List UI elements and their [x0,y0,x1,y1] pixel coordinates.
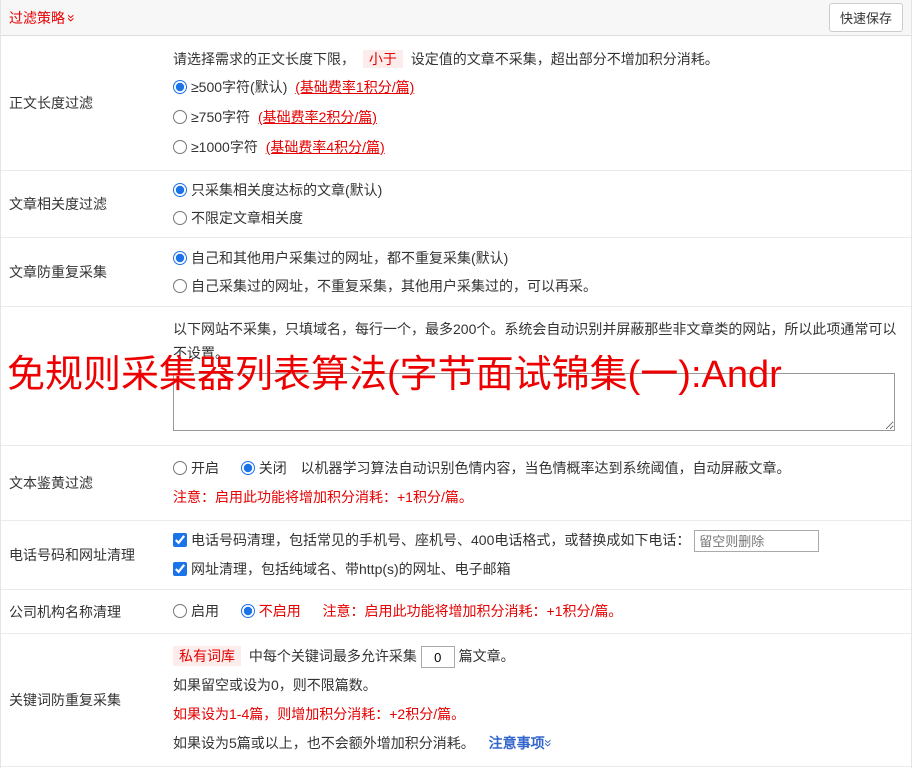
row-label-length-filter: 正文长度过滤 [1,36,173,170]
base-rate-4-link[interactable]: (基础费率4积分/篇) [266,139,385,155]
company-off-radio[interactable] [241,604,255,618]
porn-filter-description: 以机器学习算法自动识别色情内容，当色情概率达到系统阈值，自动屏蔽文章。 [301,460,791,476]
dedup-option-all: 自己和其他用户采集过的网址，都不重复采集(默认) [173,244,903,272]
keyword-limit-text: 中每个关键词最多允许采集 [249,648,417,664]
phone-clean-option: 电话号码清理，包括常见的手机号、座机号、400电话格式，或替换成如下电话： [173,526,903,555]
relevance-strict-label[interactable]: 只采集相关度达标的文章(默认) [173,182,382,198]
length-desc-after: 设定值的文章不采集，超出部分不增加积分消耗。 [411,51,719,67]
keyword-limit-unit: 篇文章。 [459,648,515,664]
phone-clean-text: 电话号码清理，包括常见的手机号、座机号、400电话格式，或替换成如下电话： [191,532,690,548]
row-length-filter: 正文长度过滤 请选择需求的正文长度下限， 小于 设定值的文章不采集，超出部分不增… [1,36,911,171]
dedup-self-radio[interactable] [173,279,187,293]
relevance-any-label[interactable]: 不限定文章相关度 [173,210,303,226]
notice-link[interactable]: 注意事项 [489,735,545,751]
relevance-any-text: 不限定文章相关度 [191,210,303,226]
row-keyword-dedup: 关键词防重复采集 私有词库 中每个关键词最多允许采集 篇文章。 如果留空或设为0… [1,634,911,767]
company-on-text: 启用 [191,603,219,619]
keyword-note-1-4: 如果设为1-4篇，则增加积分消耗：+2积分/篇。 [173,700,903,729]
dedup-all-label[interactable]: 自己和其他用户采集过的网址，都不重复采集(默认) [173,250,508,266]
company-clean-options: 启用 不启用 注意：启用此功能将增加积分消耗：+1积分/篇。 [173,597,903,626]
keyword-note-5plus-text: 如果设为5篇或以上，也不会额外增加积分消耗。 [173,735,475,751]
porn-on-radio[interactable] [173,461,187,475]
row-label-company-clean: 公司机构名称清理 [1,590,173,633]
company-on-radio[interactable] [173,604,187,618]
dedup-self-text: 自己采集过的网址，不重复采集，其他用户采集过的，可以再采。 [191,278,597,294]
row-relevance-filter: 文章相关度过滤 只采集相关度达标的文章(默认) 不限定文章相关度 [1,171,911,238]
url-clean-option: 网址清理，包括纯域名、带http(s)的网址、电子邮箱 [173,555,903,584]
length-option-1000-text: ≥1000字符 [191,139,258,155]
length-option-500-text: ≥500字符(默认) [191,79,287,95]
length-option-1000-radio[interactable] [173,140,187,154]
keyword-note-5plus: 如果设为5篇或以上，也不会额外增加积分消耗。 注意事项» [173,729,903,758]
porn-on-text: 开启 [191,460,219,476]
company-on-label[interactable]: 启用 [173,603,219,619]
porn-off-label[interactable]: 关闭 [241,460,287,476]
topbar: 过滤策略 » 快速保存 [1,0,911,36]
phone-clean-label[interactable]: 电话号码清理，包括常见的手机号、座机号、400电话格式，或替换成如下电话： [173,532,690,548]
porn-filter-options: 开启 关闭 以机器学习算法自动识别色情内容，当色情概率达到系统阈值，自动屏蔽文章… [173,454,903,483]
row-label-porn-filter: 文本鉴黄过滤 [1,446,173,520]
length-filter-description: 请选择需求的正文长度下限， 小于 设定值的文章不采集，超出部分不增加积分消耗。 [173,46,903,72]
row-label-relevance-filter: 文章相关度过滤 [1,171,173,237]
length-option-750-label[interactable]: ≥750字符 [173,109,250,125]
url-clean-text: 网址清理，包括纯域名、带http(s)的网址、电子邮箱 [191,561,511,577]
relevance-strict-radio[interactable] [173,183,187,197]
dedup-option-self: 自己采集过的网址，不重复采集，其他用户采集过的，可以再采。 [173,272,903,300]
length-option-500-radio[interactable] [173,80,187,94]
blocked-domains-textarea[interactable] [173,373,895,431]
length-option-1000-label[interactable]: ≥1000字符 [173,139,258,155]
dedup-all-text: 自己和其他用户采集过的网址，都不重复采集(默认) [191,250,508,266]
url-clean-checkbox[interactable] [173,562,187,576]
length-option-750-text: ≥750字符 [191,109,250,125]
length-option-750: ≥750字符 (基础费率2积分/篇) [173,102,903,132]
section-title: 过滤策略 » [9,8,76,28]
row-site-blacklist: 以下网站不采集，只填域名，每行一个，最多200个。系统会自动识别并屏蔽那些非文章… [1,307,911,446]
length-option-750-radio[interactable] [173,110,187,124]
section-title-text: 过滤策略 [9,8,65,28]
row-label-site-blacklist [1,307,173,445]
length-desc-before: 请选择需求的正文长度下限， [173,51,355,67]
base-rate-2-link[interactable]: (基础费率2积分/篇) [258,109,377,125]
keyword-limit-line: 私有词库 中每个关键词最多允许采集 篇文章。 [173,642,903,671]
length-option-500-label[interactable]: ≥500字符(默认) [173,79,287,95]
relevance-strict-text: 只采集相关度达标的文章(默认) [191,182,382,198]
url-clean-label[interactable]: 网址清理，包括纯域名、带http(s)的网址、电子邮箱 [173,561,511,577]
private-lexicon-badge[interactable]: 私有词库 [173,646,241,666]
dedup-all-radio[interactable] [173,251,187,265]
less-than-highlight: 小于 [363,50,403,68]
base-rate-1-link[interactable]: (基础费率1积分/篇) [295,79,414,95]
row-label-article-dedup: 文章防重复采集 [1,238,173,306]
blacklist-description: 以下网站不采集，只填域名，每行一个，最多200个。系统会自动识别并屏蔽那些非文章… [173,317,905,365]
keyword-limit-count-input[interactable] [421,646,455,668]
replacement-phone-input[interactable] [694,530,819,552]
porn-off-text: 关闭 [259,460,287,476]
company-off-text: 不启用 [259,603,301,619]
row-label-keyword-dedup: 关键词防重复采集 [1,634,173,766]
quick-save-button[interactable]: 快速保存 [829,3,903,32]
porn-filter-cost-note: 注意：启用此功能将增加积分消耗：+1积分/篇。 [173,483,903,512]
keyword-note-zero: 如果留空或设为0，则不限篇数。 [173,671,903,700]
relevance-any-radio[interactable] [173,211,187,225]
row-label-phone-url-clean: 电话号码和网址清理 [1,521,173,589]
porn-on-label[interactable]: 开启 [173,460,219,476]
double-chevron-down-icon[interactable]: » [541,739,555,747]
row-company-clean: 公司机构名称清理 启用 不启用 注意：启用此功能将增加积分消耗：+1积分/篇。 [1,590,911,634]
relevance-option-strict: 只采集相关度达标的文章(默认) [173,176,903,204]
dedup-self-label[interactable]: 自己采集过的网址，不重复采集，其他用户采集过的，可以再采。 [173,278,597,294]
company-off-label[interactable]: 不启用 [241,603,301,619]
porn-off-radio[interactable] [241,461,255,475]
row-article-dedup: 文章防重复采集 自己和其他用户采集过的网址，都不重复采集(默认) 自己采集过的网… [1,238,911,307]
row-phone-url-clean: 电话号码和网址清理 电话号码清理，包括常见的手机号、座机号、400电话格式，或替… [1,521,911,590]
row-porn-filter: 文本鉴黄过滤 开启 关闭 以机器学习算法自动识别色情内容，当色情概率达到系统阈值… [1,446,911,521]
length-option-1000: ≥1000字符 (基础费率4积分/篇) [173,132,903,162]
company-clean-cost-note: 注意：启用此功能将增加积分消耗：+1积分/篇。 [323,603,623,619]
phone-clean-checkbox[interactable] [173,533,187,547]
double-chevron-down-icon[interactable]: » [65,14,79,22]
length-option-500: ≥500字符(默认) (基础费率1积分/篇) [173,72,903,102]
relevance-option-any: 不限定文章相关度 [173,204,903,232]
